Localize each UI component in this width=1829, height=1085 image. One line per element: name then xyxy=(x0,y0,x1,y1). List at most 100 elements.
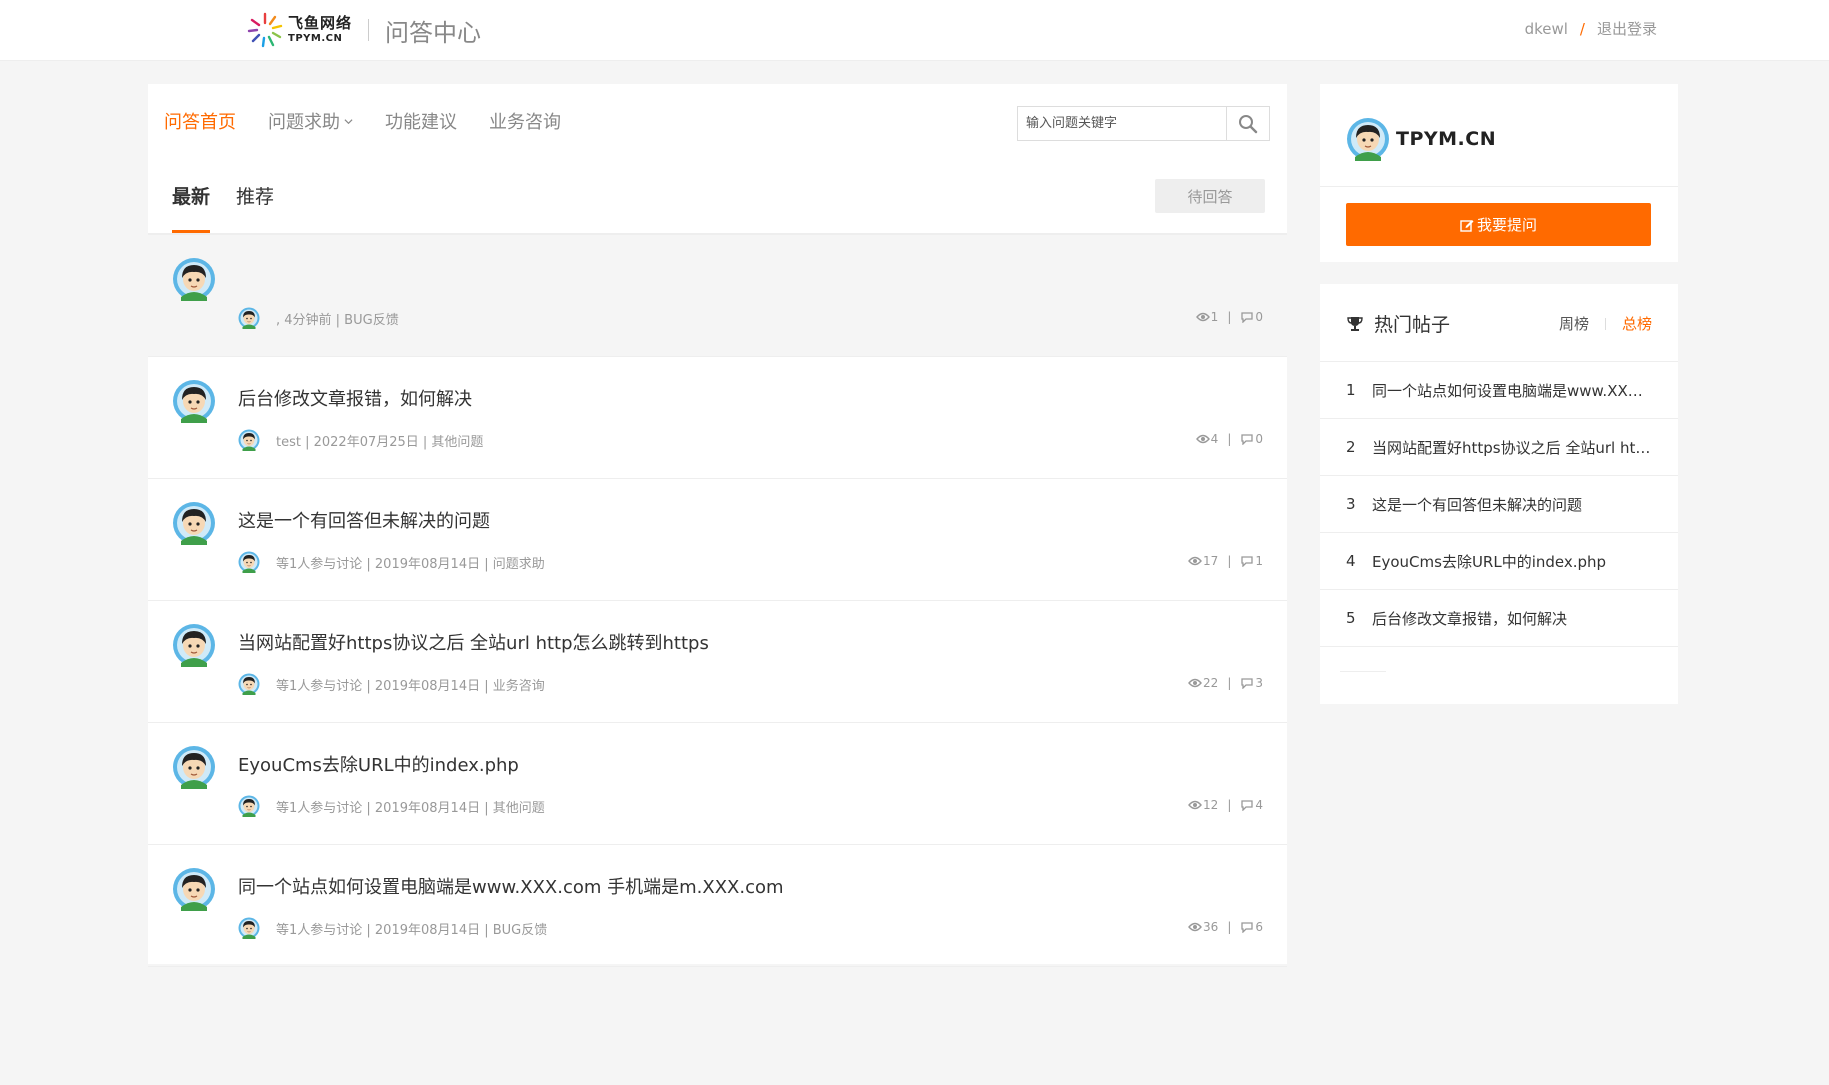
hot-post-title[interactable]: 这是一个有回答但未解决的问题 xyxy=(1372,494,1652,515)
logo-chinese-text: 飞鱼网络 xyxy=(288,14,353,32)
hot-post-title[interactable]: 当网站配置好https协议之后 全站url http怎么跳转到https xyxy=(1372,437,1652,458)
hot-post-rank: 2 xyxy=(1346,438,1356,456)
question-item[interactable]: 同一个站点如何设置电脑端是www.XXX.com 手机端是m.XXX.com 等… xyxy=(148,845,1287,967)
avatar[interactable] xyxy=(172,745,216,789)
nav-item-help[interactable]: 问题求助 xyxy=(268,108,353,134)
nav-item-suggestion[interactable]: 功能建议 xyxy=(385,108,457,134)
user-menu: dkewl / 退出登录 xyxy=(1525,18,1657,39)
hot-tail-divider xyxy=(1340,671,1386,672)
avatar[interactable] xyxy=(172,867,216,911)
site-logo[interactable]: 飞鱼网络 TPYM.CN 问答中心 xyxy=(246,8,481,52)
hot-post-title[interactable]: 同一个站点如何设置电脑端是www.XXX.com 手机端是m.XXX.com xyxy=(1372,380,1652,401)
stats-separator: | xyxy=(1227,310,1232,324)
hot-post-rank: 1 xyxy=(1346,381,1356,399)
logo-burst-icon xyxy=(247,12,283,48)
question-title[interactable]: EyouCms去除URL中的index.php xyxy=(238,751,519,777)
search-input[interactable] xyxy=(1018,107,1226,140)
stats-separator: | xyxy=(1227,432,1232,446)
question-meta-text: 等1人参与讨论 | 2019年08月14日 | 问题求助 xyxy=(276,556,545,572)
question-meta: test | 2022年07月25日 | 其他问题 xyxy=(238,429,483,451)
question-stats: 12 | 4 xyxy=(1188,798,1263,812)
logout-link[interactable]: 退出登录 xyxy=(1597,18,1657,39)
top-header: 飞鱼网络 TPYM.CN 问答中心 dkewl / 退出登录 xyxy=(0,0,1829,61)
hot-post-item[interactable]: 3 这是一个有回答但未解决的问题 xyxy=(1320,476,1678,533)
username-link[interactable]: dkewl xyxy=(1525,20,1568,38)
hot-post-item[interactable]: 5 后台修改文章报错，如何解决 xyxy=(1320,590,1678,647)
question-meta: 等1人参与讨论 | 2019年08月14日 | 其他问题 xyxy=(238,795,545,817)
avatar[interactable] xyxy=(172,379,216,423)
hot-post-title[interactable]: EyouCms去除URL中的index.php xyxy=(1372,551,1652,572)
hot-post-item[interactable]: 2 当网站配置好https协议之后 全站url http怎么跳转到https xyxy=(1320,419,1678,476)
author-avatar[interactable] xyxy=(238,795,260,817)
view-count: 1 xyxy=(1210,310,1219,324)
author-avatar[interactable] xyxy=(238,429,260,451)
question-title[interactable]: 这是一个有回答但未解决的问题 xyxy=(238,507,490,533)
question-stats: 36 | 6 xyxy=(1188,920,1263,934)
question-meta-text: 等1人参与讨论 | 2019年08月14日 | 业务咨询 xyxy=(276,678,545,694)
question-meta: , 4分钟前 | BUG反馈 xyxy=(238,307,399,329)
question-stats: 22 | 3 xyxy=(1188,676,1263,690)
answer-count: 0 xyxy=(1255,432,1263,446)
avatar[interactable] xyxy=(172,501,216,545)
answer-count: 0 xyxy=(1255,310,1263,324)
comment-icon xyxy=(1241,434,1254,445)
ask-question-label: 我要提问 xyxy=(1476,216,1537,234)
view-count: 22 xyxy=(1203,676,1219,690)
comment-icon xyxy=(1241,556,1254,567)
question-item[interactable]: , 4分钟前 | BUG反馈 1 | 0 xyxy=(148,235,1287,357)
author-avatar[interactable] xyxy=(238,673,260,695)
eye-icon xyxy=(1188,678,1202,688)
rank-tabs: 周榜 总榜 xyxy=(1559,313,1652,334)
profile-name[interactable]: TPYM.CN xyxy=(1396,128,1496,150)
avatar[interactable] xyxy=(1346,117,1390,161)
trophy-icon xyxy=(1347,316,1363,331)
avatar[interactable] xyxy=(172,257,216,301)
question-title[interactable]: 后台修改文章报错，如何解决 xyxy=(238,385,472,411)
answer-count: 1 xyxy=(1255,554,1263,568)
category-nav: 问答首页 问题求助 功能建议 业务咨询 xyxy=(164,108,593,134)
question-item[interactable]: 当网站配置好https协议之后 全站url http怎么跳转到https 等1人… xyxy=(148,601,1287,723)
question-title[interactable]: 同一个站点如何设置电脑端是www.XXX.com 手机端是m.XXX.com xyxy=(238,873,784,899)
hot-post-rank: 4 xyxy=(1346,552,1356,570)
logo-divider xyxy=(368,19,370,41)
chevron-down-icon xyxy=(344,118,353,124)
tab-total[interactable]: 总榜 xyxy=(1622,313,1652,334)
eye-icon xyxy=(1188,922,1202,932)
unanswered-button[interactable]: 待回答 xyxy=(1155,179,1265,213)
answer-count: 3 xyxy=(1255,676,1263,690)
answer-count: 6 xyxy=(1255,920,1263,934)
hot-post-item[interactable]: 1 同一个站点如何设置电脑端是www.XXX.com 手机端是m.XXX.com xyxy=(1320,362,1678,419)
tab-latest[interactable]: 最新 xyxy=(172,182,211,233)
question-meta-text: 等1人参与讨论 | 2019年08月14日 | 其他问题 xyxy=(276,800,545,816)
edit-icon xyxy=(1460,219,1474,232)
nav-item-business[interactable]: 业务咨询 xyxy=(489,108,561,134)
hot-posts-card: 热门帖子 周榜 总榜 1 同一个站点如何设置电脑端是www.XXX.com 手机端… xyxy=(1320,284,1678,704)
author-avatar[interactable] xyxy=(238,551,260,573)
comment-icon xyxy=(1241,312,1254,323)
tab-weekly[interactable]: 周榜 xyxy=(1559,313,1589,334)
question-meta: 等1人参与讨论 | 2019年08月14日 | 业务咨询 xyxy=(238,673,545,695)
author-avatar[interactable] xyxy=(238,307,260,329)
ask-question-button[interactable]: 我要提问 xyxy=(1346,203,1651,246)
search-button[interactable] xyxy=(1226,107,1269,140)
hot-post-rank: 3 xyxy=(1346,495,1356,513)
question-meta: 等1人参与讨论 | 2019年08月14日 | BUG反馈 xyxy=(238,917,547,939)
question-item[interactable]: EyouCms去除URL中的index.php 等1人参与讨论 | 2019年0… xyxy=(148,723,1287,845)
stats-separator: | xyxy=(1227,554,1232,568)
question-title[interactable]: 当网站配置好https协议之后 全站url http怎么跳转到https xyxy=(238,629,709,655)
author-avatar[interactable] xyxy=(238,917,260,939)
stats-separator: | xyxy=(1227,676,1232,690)
hot-post-item[interactable]: 4 EyouCms去除URL中的index.php xyxy=(1320,533,1678,590)
nav-item-home[interactable]: 问答首页 xyxy=(164,108,236,134)
eye-icon xyxy=(1195,312,1210,322)
tab-recommended[interactable]: 推荐 xyxy=(236,182,274,231)
question-item[interactable]: 这是一个有回答但未解决的问题 等1人参与讨论 | 2019年08月14日 | 问… xyxy=(148,479,1287,601)
hot-post-title[interactable]: 后台修改文章报错，如何解决 xyxy=(1372,608,1652,629)
question-meta: 等1人参与讨论 | 2019年08月14日 | 问题求助 xyxy=(238,551,545,573)
comment-icon xyxy=(1241,922,1254,933)
view-count: 17 xyxy=(1203,554,1219,568)
question-stats: 4 | 0 xyxy=(1195,432,1263,446)
question-item[interactable]: 后台修改文章报错，如何解决 test | 2022年07月25日 | 其他问题 4… xyxy=(148,357,1287,479)
view-count: 36 xyxy=(1203,920,1219,934)
avatar[interactable] xyxy=(172,623,216,667)
